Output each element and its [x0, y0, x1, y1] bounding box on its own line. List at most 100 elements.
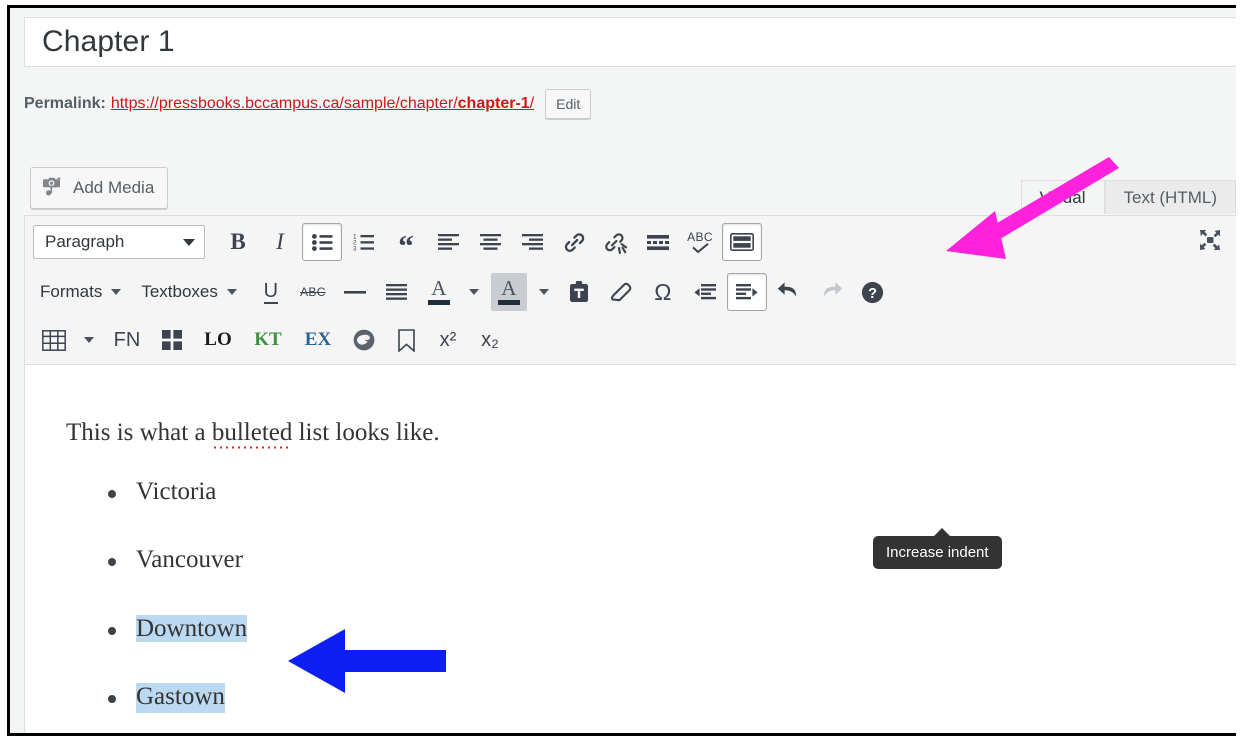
- editor-content-area[interactable]: This is what a bulleted list looks like.…: [26, 374, 1236, 733]
- undo-button[interactable]: [769, 273, 809, 311]
- blockquote-button[interactable]: “: [386, 223, 426, 261]
- chevron-down-icon: [468, 289, 479, 295]
- textboxes-menu-button[interactable]: Textboxes: [134, 276, 244, 308]
- anchor-button[interactable]: [386, 321, 426, 359]
- horizontal-rule-icon: [343, 290, 366, 295]
- editor-container: Paragraph B I 1 2 3 “ ABC Formats Textbo…: [24, 215, 1236, 733]
- increase-indent-button[interactable]: [726, 273, 767, 311]
- table-icon: [42, 329, 66, 351]
- align-left-icon: [437, 234, 459, 250]
- learning-objectives-button[interactable]: LO: [194, 321, 242, 359]
- background-color-dropdown[interactable]: [531, 273, 557, 311]
- list-item[interactable]: Victoria: [106, 476, 1197, 509]
- read-more-icon: [647, 234, 669, 250]
- misspelled-word: bulleted: [211, 419, 293, 449]
- unlink-icon: [604, 231, 628, 254]
- text-color-button[interactable]: A: [419, 273, 459, 311]
- underline-button[interactable]: U: [251, 273, 291, 311]
- tab-text-html[interactable]: Text (HTML): [1104, 180, 1236, 214]
- numbered-list-button[interactable]: 1 2 3: [344, 223, 384, 261]
- bold-icon: B: [230, 229, 246, 254]
- list-item[interactable]: Vancouver: [106, 544, 1197, 577]
- background-color-button[interactable]: A: [489, 273, 529, 311]
- special-character-button[interactable]: Ω: [643, 273, 683, 311]
- italic-button[interactable]: I: [260, 223, 300, 261]
- svg-text:3: 3: [353, 246, 357, 251]
- tab-visual[interactable]: Visual: [1020, 180, 1105, 214]
- toolbar-row-3: FN LO KT EX x² x₂: [25, 316, 1236, 364]
- add-media-button[interactable]: Add Media: [30, 167, 169, 209]
- link-icon: [563, 231, 586, 254]
- remove-link-button[interactable]: [596, 223, 636, 261]
- align-right-button[interactable]: [512, 223, 552, 261]
- clear-formatting-button[interactable]: [601, 273, 641, 311]
- list-item[interactable]: Downtown: [106, 613, 1197, 646]
- toolbar-row-2: Formats Textboxes U ABC A A Ω ?: [25, 268, 1236, 316]
- align-right-icon: [521, 234, 543, 250]
- list-item-label: Victoria: [136, 477, 217, 505]
- permalink-slug: chapter-1: [457, 95, 530, 112]
- editor-background: Chapter 1 Permalink: https://pressbooks.…: [10, 8, 1236, 733]
- list-item[interactable]: Gastown: [106, 681, 1197, 714]
- chevron-down-icon: [84, 337, 94, 343]
- table-button[interactable]: [34, 321, 74, 359]
- footnote-icon: FN: [113, 328, 141, 351]
- exercises-button[interactable]: EX: [294, 321, 342, 359]
- justify-button[interactable]: [377, 273, 417, 311]
- subscript-button[interactable]: x₂: [470, 321, 510, 359]
- table-dropdown[interactable]: [76, 321, 102, 359]
- editor-frame: Chapter 1 Permalink: https://pressbooks.…: [7, 5, 1236, 736]
- formats-menu-button[interactable]: Formats: [33, 276, 128, 308]
- insert-link-button[interactable]: [554, 223, 594, 261]
- h5p-icon: [352, 328, 376, 352]
- background-color-icon: A: [490, 273, 527, 311]
- spellcheck-button[interactable]: ABC: [680, 223, 720, 261]
- read-more-button[interactable]: [638, 223, 678, 261]
- spellcheck-icon: ABC: [687, 231, 713, 253]
- align-center-button[interactable]: [470, 223, 510, 261]
- horizontal-rule-button[interactable]: [335, 273, 375, 311]
- h5p-button[interactable]: [344, 321, 384, 359]
- permalink-label: Permalink:: [24, 95, 106, 112]
- screenshot-root: Chapter 1 Permalink: https://pressbooks.…: [0, 0, 1241, 739]
- key-takeaways-button[interactable]: KT: [244, 321, 292, 359]
- paste-as-text-button[interactable]: [559, 273, 599, 311]
- permalink-url-suffix: /: [529, 95, 535, 112]
- keyboard-icon: [730, 233, 754, 251]
- tooltip-increase-indent: Increase indent: [873, 528, 1002, 569]
- bold-button[interactable]: B: [218, 223, 258, 261]
- bulleted-list-icon: [311, 233, 333, 251]
- strikethrough-button[interactable]: ABC: [293, 273, 333, 311]
- undo-icon: [777, 281, 801, 303]
- post-title-input[interactable]: Chapter 1: [24, 17, 1236, 67]
- redo-icon: [819, 281, 843, 303]
- keyboard-shortcuts-button[interactable]: [722, 223, 762, 261]
- text-color-icon: A: [421, 273, 457, 311]
- format-select[interactable]: Paragraph: [33, 225, 205, 259]
- underline-icon: U: [263, 279, 279, 304]
- superscript-button[interactable]: x²: [428, 321, 468, 359]
- align-center-icon: [479, 234, 501, 250]
- glossary-grid-button[interactable]: [152, 321, 192, 359]
- edit-permalink-button[interactable]: Edit: [545, 89, 592, 119]
- fullscreen-icon: [1199, 229, 1221, 256]
- format-select-value: Paragraph: [45, 232, 125, 251]
- bulleted-list-button[interactable]: [302, 223, 342, 261]
- text-color-dropdown[interactable]: [461, 273, 487, 311]
- post-title-value: Chapter 1: [42, 25, 175, 58]
- numbered-list-icon: 1 2 3: [353, 233, 375, 251]
- chevron-down-icon: [111, 289, 122, 295]
- distraction-free-button[interactable]: [1190, 223, 1230, 261]
- subscript-icon: x₂: [481, 328, 499, 351]
- decrease-indent-button[interactable]: [685, 273, 725, 311]
- help-button[interactable]: ?: [853, 273, 893, 311]
- permalink-url-prefix: https://pressbooks.bccampus.ca/sample/ch…: [110, 95, 458, 112]
- permalink-link[interactable]: https://pressbooks.bccampus.ca/sample/ch…: [111, 95, 534, 113]
- chevron-down-icon: [183, 238, 195, 246]
- help-icon: ?: [861, 281, 884, 304]
- kt-icon: KT: [254, 329, 282, 350]
- redo-button[interactable]: [811, 273, 851, 311]
- align-left-button[interactable]: [428, 223, 468, 261]
- footnote-button[interactable]: FN: [104, 321, 150, 359]
- permalink-row: Permalink: https://pressbooks.bccampus.c…: [24, 84, 592, 124]
